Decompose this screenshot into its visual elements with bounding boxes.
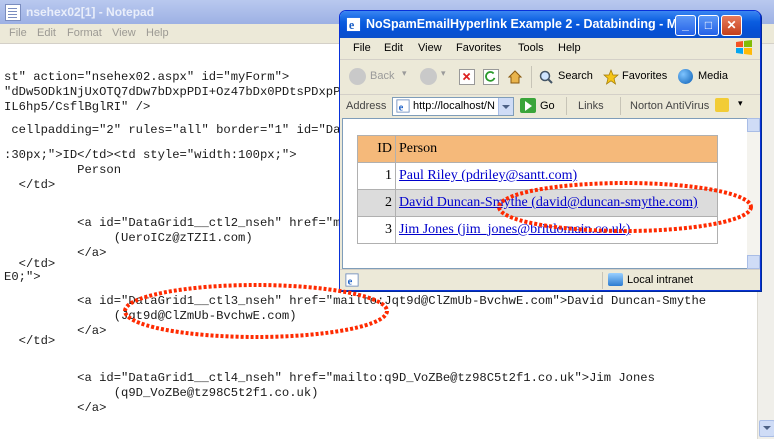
ie-toolbar: Back ▾ ▾ Search Favorites Media	[340, 60, 760, 95]
back-dropdown-icon[interactable]: ▾	[402, 68, 407, 79]
email-link[interactable]: David Duncan-Smythe (david@duncan-smythe…	[399, 195, 698, 210]
notepad-title: nsehex02[1] - Notepad	[26, 5, 155, 19]
svg-text:e: e	[399, 102, 404, 113]
grid-cell-person: David Duncan-Smythe (david@duncan-smythe…	[395, 189, 718, 217]
page-icon: e	[396, 99, 410, 113]
status-separator	[602, 272, 603, 289]
maximize-button[interactable]: □	[698, 15, 719, 36]
ie-menu-file[interactable]: File	[353, 42, 371, 54]
zone-label: Local intranet	[627, 274, 694, 286]
grid-cell-id: 3	[357, 216, 396, 244]
address-input[interactable]: e http://localhost/N	[392, 97, 514, 116]
back-button-label[interactable]: Back	[370, 70, 394, 82]
email-link[interactable]: Paul Riley (pdriley@santt.com)	[399, 168, 577, 183]
close-icon: ✕	[726, 18, 737, 32]
norton-dropdown-icon[interactable]: ▾	[738, 98, 743, 109]
ie-vertical-scrollbar[interactable]	[747, 118, 760, 269]
ie-app-icon: e	[346, 17, 361, 32]
scroll-down-icon[interactable]	[759, 420, 774, 437]
address-dropdown-icon[interactable]	[498, 98, 513, 115]
notepad-app-icon	[5, 4, 21, 21]
code-line: (q9D_VoZBe@tz98C5t2f1.co.uk)	[4, 386, 319, 400]
grid-cell-person: Paul Riley (pdriley@santt.com)	[395, 162, 718, 190]
ie-titlebar[interactable]: e NoSpamEmailHyperlink Example 2 - Datab…	[340, 11, 760, 38]
ie-content-area: ID Person 1 Paul Riley (pdriley@santt.co…	[342, 118, 748, 269]
code-line: </td>	[4, 257, 56, 271]
back-icon[interactable]	[349, 68, 366, 85]
code-line: :30px;">ID</td><td style="width:100px;">	[4, 148, 297, 162]
links-label[interactable]: Links	[578, 100, 604, 112]
search-icon[interactable]	[538, 69, 554, 85]
table-row: 2 David Duncan-Smythe (david@duncan-smyt…	[357, 189, 718, 217]
svg-text:e: e	[348, 276, 353, 287]
toolbar-separator	[531, 66, 532, 88]
stop-icon[interactable]	[459, 69, 475, 85]
code-line: </td>	[4, 334, 56, 348]
ie-title: NoSpamEmailHyperlink Example 2 - Databin…	[366, 17, 688, 31]
media-button-label[interactable]: Media	[698, 70, 728, 82]
code-line: Person	[4, 163, 122, 177]
forward-icon[interactable]	[420, 68, 437, 85]
notepad-menu-edit[interactable]: Edit	[37, 27, 56, 39]
address-value: http://localhost/N	[413, 100, 495, 112]
code-line: (UeroICz@zTZI1.com)	[4, 231, 253, 245]
code-line: st" action="nsehex02.aspx" id="myForm">	[4, 70, 290, 84]
media-icon[interactable]	[678, 69, 693, 84]
code-line: </a>	[4, 401, 107, 415]
minimize-icon: _	[682, 18, 689, 32]
svg-text:e: e	[349, 18, 355, 32]
notepad-menu-view[interactable]: View	[112, 27, 136, 39]
grid-header-row: ID Person	[357, 135, 718, 163]
grid-cell-id: 1	[357, 162, 396, 190]
minimize-button[interactable]: _	[675, 15, 696, 36]
code-line: <a id="DataGrid1__ctl3_nseh" href="mailt…	[4, 294, 707, 308]
forward-dropdown-icon[interactable]: ▾	[441, 68, 446, 79]
ie-menu-help[interactable]: Help	[558, 42, 581, 54]
grid-cell-person: Jim Jones (jim_jones@britdomain.co.uk)	[395, 216, 718, 244]
ie-menu-view[interactable]: View	[418, 42, 442, 54]
code-line: </td>	[4, 178, 56, 192]
code-line: (Jqt9d@ClZmUb-BvchwE.com)	[4, 309, 297, 323]
go-icon[interactable]	[520, 98, 536, 113]
ie-menu-edit[interactable]: Edit	[384, 42, 403, 54]
data-grid: ID Person 1 Paul Riley (pdriley@santt.co…	[357, 135, 718, 244]
notepad-menu-file[interactable]: File	[9, 27, 27, 39]
code-line: E0;">	[4, 270, 41, 284]
close-button[interactable]: ✕	[721, 15, 742, 36]
favorites-button-label[interactable]: Favorites	[622, 70, 667, 82]
address-separator	[566, 97, 567, 115]
ie-menu-tools[interactable]: Tools	[518, 42, 544, 54]
address-separator	[620, 97, 621, 115]
email-link[interactable]: Jim Jones (jim_jones@britdomain.co.uk)	[399, 222, 630, 237]
grid-cell-id: 2	[357, 189, 396, 217]
home-icon[interactable]	[507, 69, 523, 85]
page-status-icon: e	[345, 273, 359, 287]
scroll-down-icon[interactable]	[747, 255, 760, 269]
address-bar: Address e http://localhost/N Go Links No…	[340, 95, 760, 117]
grid-header-person: Person	[395, 135, 718, 163]
refresh-icon[interactable]	[483, 69, 499, 85]
go-button-label[interactable]: Go	[540, 100, 555, 112]
grid-header-id: ID	[357, 135, 396, 163]
code-line: IL6hp5/CsflBglRI" />	[4, 100, 151, 114]
windows-logo-icon	[736, 40, 752, 55]
table-row: 3 Jim Jones (jim_jones@britdomain.co.uk)	[357, 216, 718, 244]
notepad-menu-format[interactable]: Format	[67, 27, 102, 39]
norton-icon[interactable]	[715, 98, 729, 112]
maximize-icon: □	[704, 18, 713, 32]
notepad-menu-help[interactable]: Help	[146, 27, 169, 39]
table-row: 1 Paul Riley (pdriley@santt.com)	[357, 162, 718, 190]
ie-menubar: File Edit View Favorites Tools Help	[340, 38, 760, 60]
ie-window: e NoSpamEmailHyperlink Example 2 - Datab…	[339, 10, 761, 291]
address-label: Address	[346, 100, 387, 112]
ie-menu-favorites[interactable]: Favorites	[456, 42, 501, 54]
norton-antivirus-label[interactable]: Norton AntiVirus	[630, 100, 709, 112]
code-line: <a id="DataGrid1__ctl4_nseh" href="mailt…	[4, 371, 655, 385]
search-button-label[interactable]: Search	[558, 70, 593, 82]
favorites-icon[interactable]	[603, 69, 619, 85]
local-intranet-icon	[608, 273, 623, 286]
scroll-up-icon[interactable]	[747, 118, 760, 132]
ie-statusbar: e Local intranet	[340, 269, 760, 290]
